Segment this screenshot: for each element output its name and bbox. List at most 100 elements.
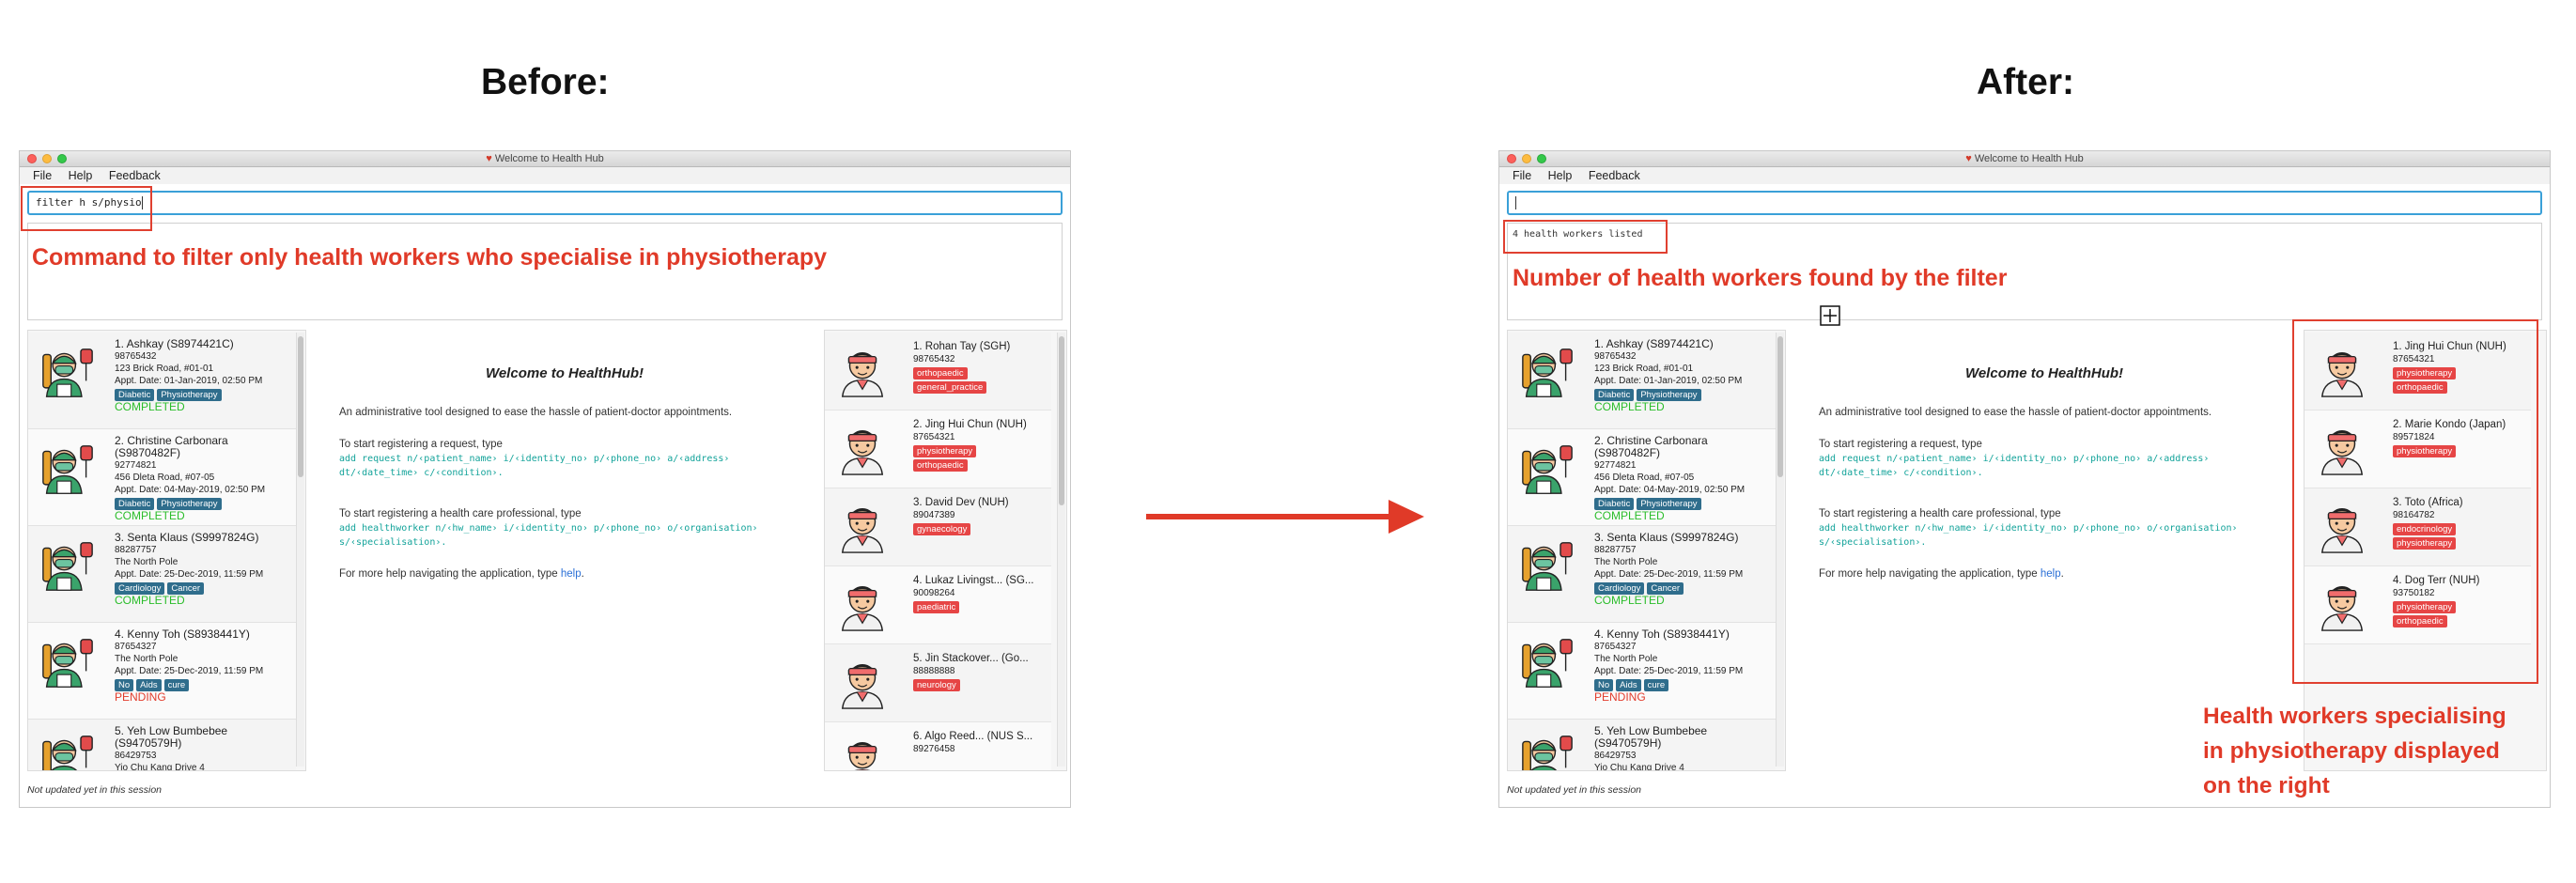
request-address: 123 Brick Road, #01-01 bbox=[1594, 364, 1694, 374]
request-name: 2. Christine Carbonara (S9870482F) bbox=[1594, 434, 1708, 459]
request-card[interactable]: 5. Yeh Low Bumbebee (S9470579H) 86429753 Y… bbox=[1508, 720, 1776, 770]
specialisation-row: paediatric bbox=[913, 599, 1033, 613]
help-link[interactable]: help bbox=[561, 568, 582, 580]
command-input[interactable] bbox=[1507, 191, 2542, 215]
request-card-text: 4. Kenny Toh (S8938441Y) 87654327 The Nort… bbox=[115, 628, 263, 704]
request-address: The North Pole bbox=[115, 654, 178, 664]
menu-file[interactable]: File bbox=[33, 169, 52, 182]
request-card-text: 1. Ashkay (S8974421C) 98765432 123 Brick R… bbox=[115, 338, 262, 413]
request-card-text: 3. Senta Klaus (S9997824G) 88287757 The No… bbox=[1594, 532, 1743, 607]
request-card[interactable]: 1. Ashkay (S8974421C) 98765432 123 Brick R… bbox=[28, 333, 296, 429]
medical-robot-icon bbox=[1522, 736, 1573, 770]
menu-help[interactable]: Help bbox=[69, 169, 93, 182]
request-status: COMPLETED bbox=[1594, 400, 1665, 413]
medical-robot-icon bbox=[42, 736, 93, 770]
doctor-avatar-icon bbox=[847, 742, 877, 770]
request-address: The North Pole bbox=[1594, 654, 1658, 664]
scrollbar-thumb[interactable] bbox=[1777, 336, 1783, 477]
welcome-title: Welcome to HealthHub! bbox=[1964, 365, 2124, 381]
welcome-panel: Welcome to HealthHub! An administrative t… bbox=[318, 330, 811, 769]
healthworker-phone: 87654321 bbox=[913, 432, 955, 442]
healthworker-instruction: To start registering a health care profe… bbox=[339, 508, 582, 519]
healthworker-list-panel[interactable]: 1. Rohan Tay (SGH) 98765432 orthopaedic gen… bbox=[824, 330, 1067, 771]
heart-icon: ♥ bbox=[1965, 153, 1972, 164]
request-card-text: 2. Christine Carbonara (S9870482F) 927748… bbox=[1594, 435, 1776, 522]
request-card[interactable]: 2. Christine Carbonara (S9870482F) 927748… bbox=[28, 429, 296, 526]
command-input[interactable]: filter h s/physio bbox=[27, 191, 1063, 215]
help-hint-suffix: . bbox=[2060, 568, 2064, 580]
move-cursor-icon bbox=[1820, 305, 1840, 326]
healthworker-command-line: add healthworker n/‹hw_name› i/‹identity… bbox=[1819, 523, 2238, 534]
request-phone: 86429753 bbox=[115, 751, 157, 761]
specialisation-tag: paediatric bbox=[913, 601, 960, 613]
healthworker-phone: 89276458 bbox=[913, 744, 955, 754]
healthworker-card[interactable]: 1. Rohan Tay (SGH) 98765432 orthopaedic gen… bbox=[825, 333, 1051, 411]
request-list-panel[interactable]: 1. Ashkay (S8974421C) 98765432 123 Brick R… bbox=[1507, 330, 1786, 771]
scrollbar-thumb[interactable] bbox=[1059, 336, 1064, 505]
request-list-scrollbar[interactable] bbox=[1776, 333, 1784, 767]
specialisation-row: orthopaedic bbox=[913, 457, 1027, 472]
title-bar[interactable]: ♥ Welcome to Health Hub bbox=[20, 151, 1070, 167]
healthworker-card[interactable]: 3. David Dev (NUH) 89047389 gynaecology bbox=[825, 488, 1051, 566]
healthworker-card[interactable]: 2. Jing Hui Chun (NUH) 87654321 physiother… bbox=[825, 411, 1051, 488]
scrollbar-thumb[interactable] bbox=[298, 336, 303, 477]
request-status: COMPLETED bbox=[1594, 594, 1665, 607]
request-card-text: 4. Kenny Toh (S8938441Y) 87654327 The Nort… bbox=[1594, 628, 1743, 704]
doctor-avatar-icon bbox=[841, 352, 884, 397]
request-status: COMPLETED bbox=[115, 509, 185, 522]
request-list-panel[interactable]: 1. Ashkay (S8974421C) 98765432 123 Brick R… bbox=[27, 330, 306, 771]
request-card[interactable]: 3. Senta Klaus (S9997824G) 88287757 The No… bbox=[28, 526, 296, 623]
menu-help[interactable]: Help bbox=[1548, 169, 1573, 182]
healthworker-card[interactable]: 5. Jin Stackover... (Go... 88888888 neurol… bbox=[825, 644, 1051, 722]
menu-file[interactable]: File bbox=[1513, 169, 1531, 182]
request-card[interactable]: 5. Yeh Low Bumbebee (S9470579H) 86429753 Y… bbox=[28, 720, 296, 771]
title-bar[interactable]: ♥ Welcome to Health Hub bbox=[1499, 151, 2550, 167]
specialisation-row: orthopaedic bbox=[913, 365, 1010, 380]
request-card[interactable]: 1. Ashkay (S8974421C) 98765432 123 Brick R… bbox=[1508, 333, 1776, 429]
specialisation-tag: general_practice bbox=[913, 381, 987, 394]
medical-robot-icon bbox=[42, 639, 93, 688]
specialisation-tag: physiotherapy bbox=[913, 445, 977, 457]
menu-feedback[interactable]: Feedback bbox=[1589, 169, 1640, 182]
healthworker-card[interactable]: 4. Lukaz Livingst... (SG... 90098264 paedi… bbox=[825, 566, 1051, 644]
medical-robot-icon bbox=[1522, 639, 1573, 688]
request-address: Yio Chu Kang Drive 4 bbox=[115, 763, 205, 771]
healthworker-card-text: 1. Rohan Tay (SGH) 98765432 orthopaedic gen… bbox=[913, 341, 1010, 394]
request-status: PENDING bbox=[1594, 690, 1646, 704]
request-instruction: To start registering a request, type bbox=[339, 439, 503, 450]
menu-feedback[interactable]: Feedback bbox=[109, 169, 161, 182]
request-name: 2. Christine Carbonara (S9870482F) bbox=[115, 434, 228, 459]
request-card[interactable]: 2. Christine Carbonara (S9870482F) 927748… bbox=[1508, 429, 1776, 526]
request-list-scrollbar[interactable] bbox=[296, 333, 304, 767]
healthworker-command-line: s/‹specialisation›. bbox=[339, 537, 447, 548]
doctor-avatar-icon bbox=[841, 586, 884, 631]
request-status: COMPLETED bbox=[1594, 509, 1665, 522]
healthworker-card[interactable]: 6. Algo Reed... (NUS S... 89276458 bbox=[825, 722, 1051, 770]
help-link[interactable]: help bbox=[2041, 568, 2061, 580]
result-highlight-box bbox=[1503, 220, 1668, 254]
condition-tag: cure bbox=[1643, 679, 1669, 691]
help-hint: For more help navigating the application… bbox=[1819, 568, 2064, 580]
request-card[interactable]: 3. Senta Klaus (S9997824G) 88287757 The No… bbox=[1508, 526, 1776, 623]
request-command-line: dt/‹date_time› c/‹condition›. bbox=[339, 468, 504, 478]
request-card[interactable]: 4. Kenny Toh (S8938441Y) 87654327 The Nort… bbox=[28, 623, 296, 720]
list-annotation-line: Health workers specialising bbox=[2203, 704, 2506, 729]
healthworker-list-scrollbar[interactable] bbox=[1057, 333, 1065, 767]
specialisation-tag: orthopaedic bbox=[913, 367, 968, 380]
healthworker-name: 5. Jin Stackover... (Go... bbox=[913, 653, 1029, 664]
request-card[interactable]: 4. Kenny Toh (S8938441Y) 87654327 The Nort… bbox=[1508, 623, 1776, 720]
healthworker-name: 1. Rohan Tay (SGH) bbox=[913, 341, 1011, 352]
list-annotation-line: in physiotherapy displayed bbox=[2203, 738, 2500, 764]
request-card-text: 3. Senta Klaus (S9997824G) 88287757 The No… bbox=[115, 532, 263, 607]
request-phone: 87654327 bbox=[115, 642, 157, 652]
request-phone: 86429753 bbox=[1594, 751, 1637, 761]
request-name: 4. Kenny Toh (S8938441Y) bbox=[1594, 627, 1730, 641]
medical-robot-icon bbox=[42, 445, 93, 494]
medical-robot-icon bbox=[42, 349, 93, 397]
text-caret bbox=[1515, 196, 1516, 209]
heart-icon: ♥ bbox=[486, 153, 492, 164]
help-hint-text: For more help navigating the application… bbox=[339, 568, 561, 580]
request-name: 5. Yeh Low Bumbebee (S9470579H) bbox=[115, 724, 228, 750]
request-phone: 88287757 bbox=[1594, 545, 1637, 555]
request-card-text: 2. Christine Carbonara (S9870482F) 927748… bbox=[115, 435, 296, 522]
